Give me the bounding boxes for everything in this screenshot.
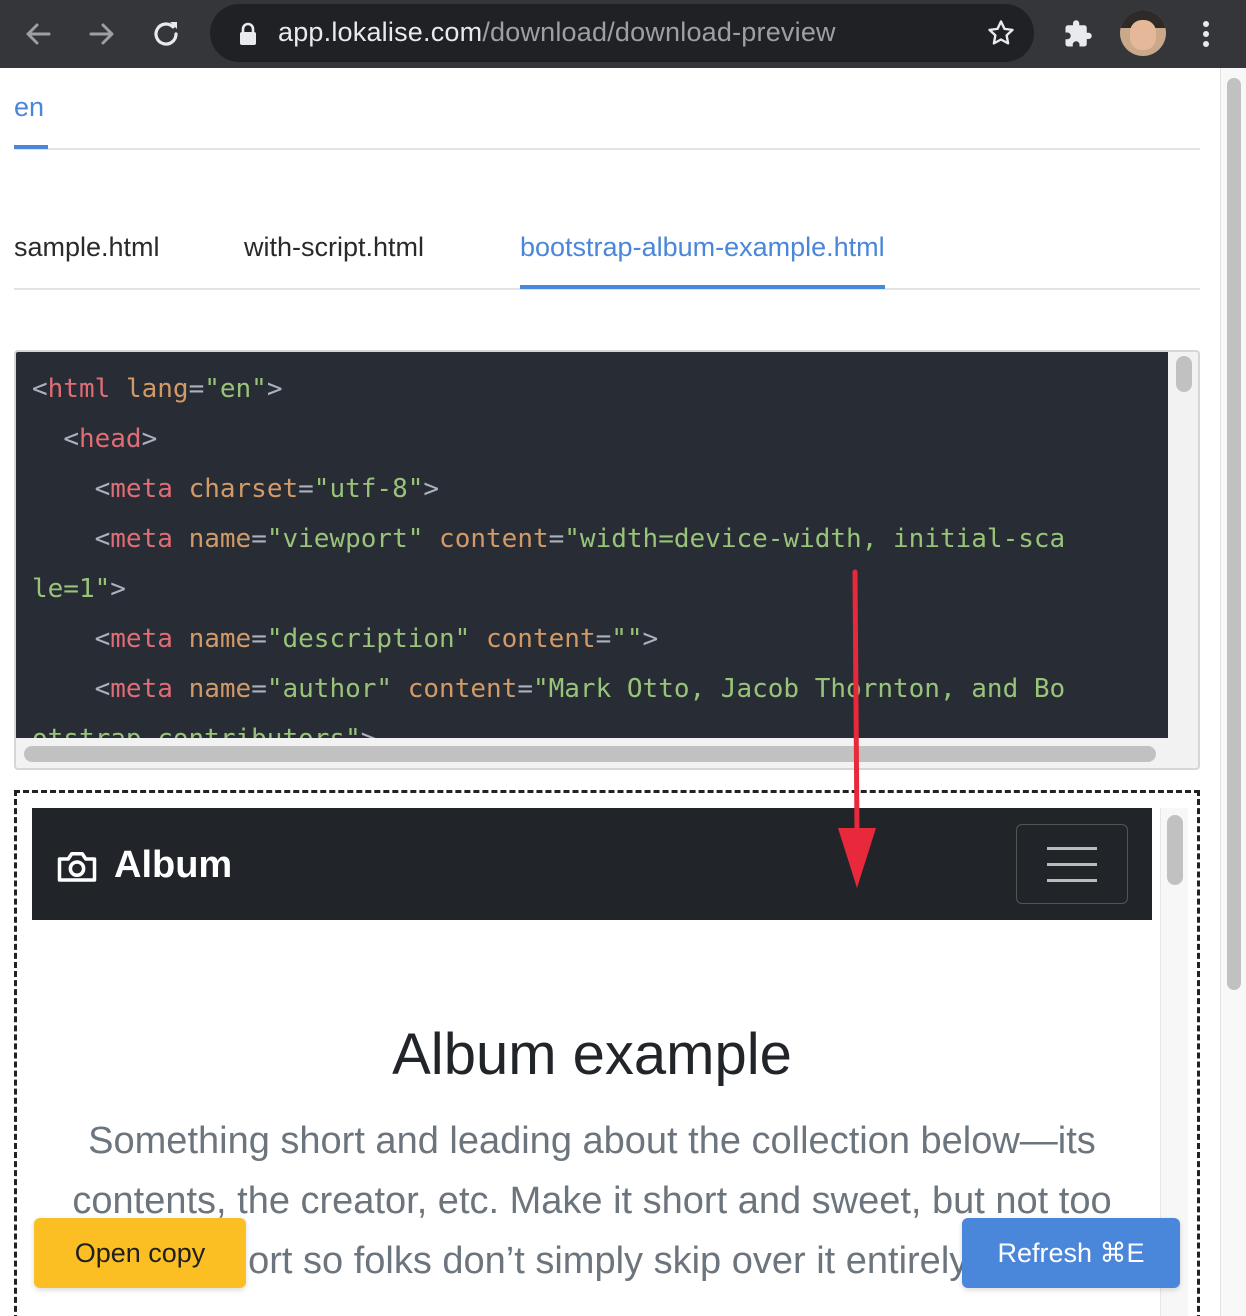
preview-brand-text: Album <box>114 844 233 886</box>
code-attr-value: "" <box>611 624 643 654</box>
code-tag: meta <box>110 674 173 704</box>
more-icon[interactable] <box>1186 14 1226 54</box>
browser-toolbar: app.lokalise.com/download/download-previ… <box>0 0 1246 68</box>
url-host: app.lokalise.com <box>278 17 483 47</box>
tab-bootstrap-album-example-html[interactable]: bootstrap-album-example.html <box>520 232 885 289</box>
code-attr-name: name <box>188 624 252 654</box>
tab-language-en[interactable]: en <box>14 92 48 149</box>
forward-icon[interactable] <box>82 14 122 54</box>
back-icon[interactable] <box>18 14 58 54</box>
navbar-toggler-button[interactable] <box>1016 824 1128 904</box>
code-attr-value: le=1" <box>32 574 111 604</box>
code-line: le=1"> <box>32 574 126 604</box>
code-tag: html <box>47 374 111 404</box>
code-line: <meta charset="utf-8"> <box>94 474 440 504</box>
language-tabs: en <box>14 80 1200 150</box>
code-line: otstrap contributors"> <box>32 724 376 738</box>
star-icon[interactable] <box>986 18 1016 53</box>
url-path: /download/download-preview <box>482 17 836 47</box>
code-attr-value: "en" <box>204 374 267 404</box>
code-editor[interactable]: <html lang="en"> <head> <meta charset="u… <box>16 352 1168 738</box>
code-attr-value: "utf-8" <box>313 474 424 504</box>
code-panel[interactable]: <html lang="en"> <head> <meta charset="u… <box>14 350 1200 770</box>
code-attr-value: otstrap contributors" <box>32 724 361 738</box>
preview-navbar: Album <box>32 808 1152 920</box>
code-attr-name: content <box>407 674 518 704</box>
preview-scrollbar-thumb[interactable] <box>1167 815 1183 885</box>
preview-heading: Album example <box>392 1022 792 1087</box>
code-attr-value: "Mark Otto, Jacob Thornton, and Bo <box>532 674 1066 704</box>
camera-icon <box>57 851 97 882</box>
file-tabs: sample.html with-script.html bootstrap-a… <box>14 220 1200 290</box>
open-copy-button[interactable]: Open copy <box>34 1218 246 1288</box>
code-attr-value: "author" <box>266 674 393 704</box>
code-line: <meta name="viewport" content="width=dev… <box>94 524 1066 554</box>
extensions-icon[interactable] <box>1058 14 1098 54</box>
hamburger-icon <box>1047 847 1097 850</box>
code-attr-value: "width=device-width, initial-sca <box>564 524 1066 554</box>
code-attr-name: charset <box>188 474 299 504</box>
preview-brand[interactable]: Album <box>56 844 232 887</box>
code-attr-value: "description" <box>266 624 471 654</box>
code-line: <head> <box>63 424 158 454</box>
address-bar[interactable]: app.lokalise.com/download/download-previ… <box>210 4 1034 62</box>
annotation-arrow-icon <box>838 569 876 888</box>
tab-sample-html[interactable]: sample.html <box>14 232 160 285</box>
code-line: <meta name="description" content=""> <box>94 624 659 654</box>
code-attr-name: name <box>188 674 252 704</box>
url-text[interactable]: app.lokalise.com/download/download-previ… <box>278 17 836 48</box>
refresh-button[interactable]: Refresh ⌘E <box>962 1218 1180 1288</box>
code-attr-value: "viewport" <box>266 524 424 554</box>
code-attr-name: name <box>188 524 252 554</box>
avatar[interactable] <box>1120 10 1166 56</box>
code-line: <meta name="author" content="Mark Otto, … <box>94 674 1066 704</box>
code-tag: meta <box>110 524 173 554</box>
code-attr-name: content <box>439 524 549 554</box>
code-tag: meta <box>110 624 173 654</box>
code-horizontal-scrollbar[interactable] <box>24 746 1156 762</box>
code-line: <html lang="en"> <box>32 374 283 404</box>
code-vertical-scrollbar[interactable] <box>1176 356 1192 392</box>
code-tag: head <box>78 424 142 454</box>
lock-icon[interactable] <box>238 22 258 51</box>
code-attr-name: content <box>486 624 596 654</box>
code-attr-name: lang <box>125 374 189 404</box>
tab-with-script-html[interactable]: with-script.html <box>244 232 424 285</box>
reload-icon[interactable] <box>146 14 186 54</box>
page-scrollbar-thumb[interactable] <box>1227 78 1241 990</box>
code-tag: meta <box>110 474 173 504</box>
